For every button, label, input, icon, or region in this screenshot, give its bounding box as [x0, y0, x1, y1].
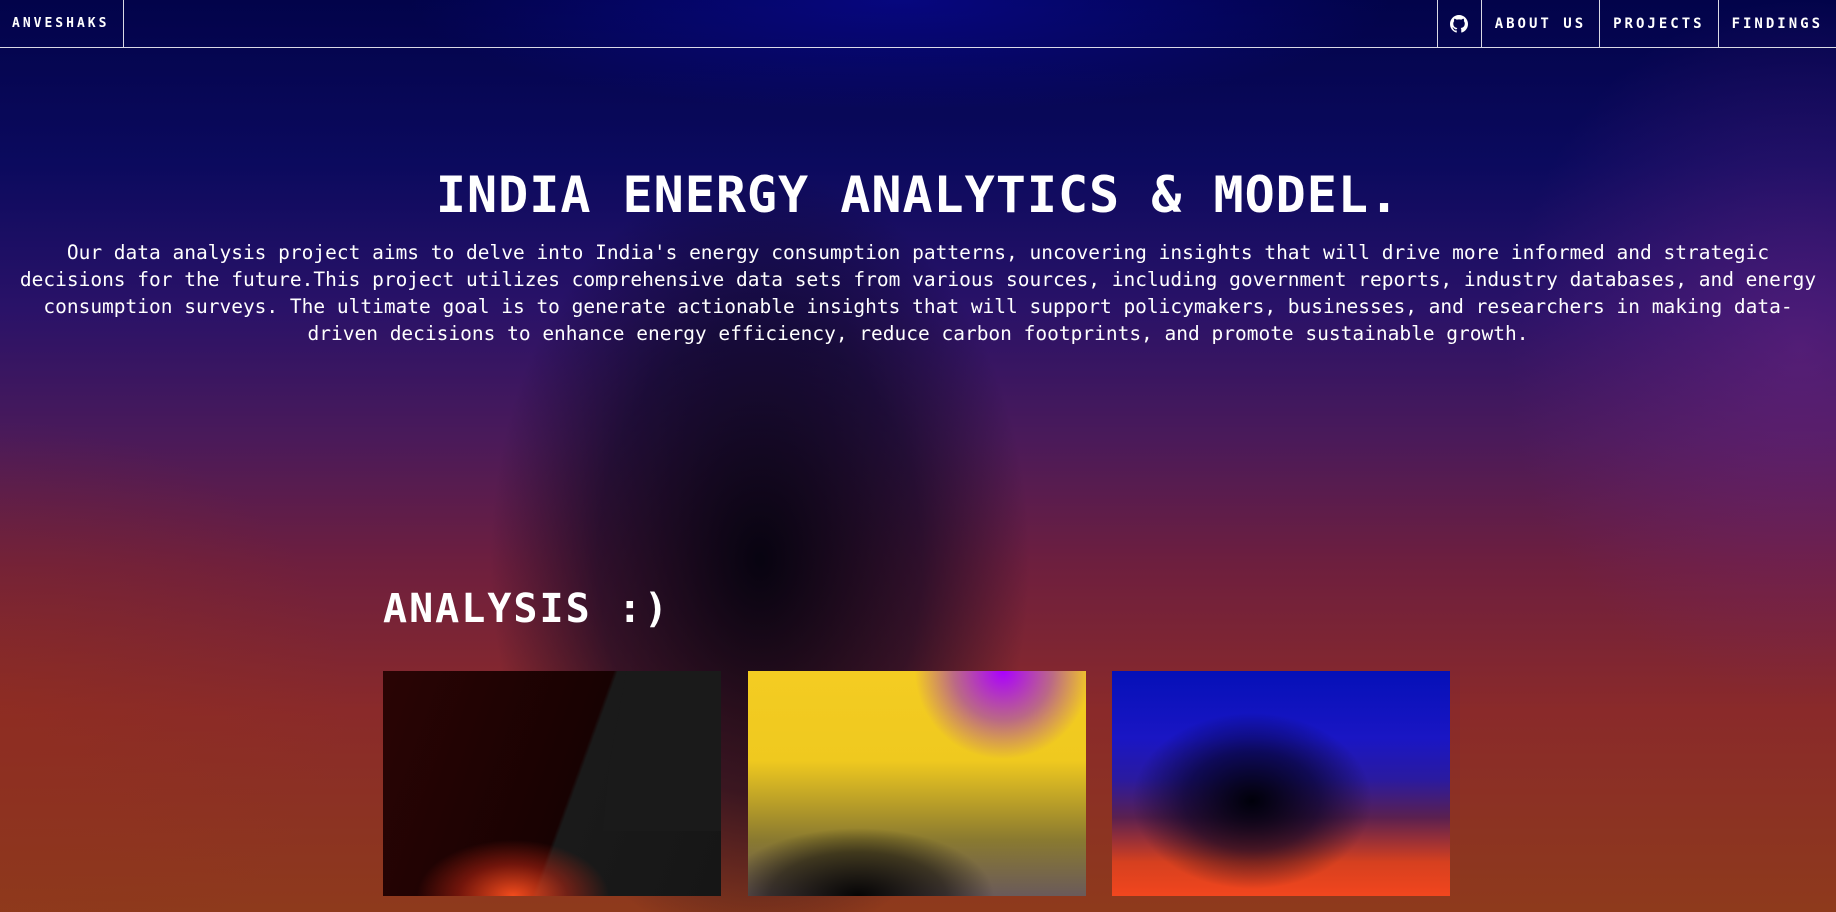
- analysis-section-title: ANALYSIS :): [383, 586, 670, 632]
- hero-title: INDIA ENERGY ANALYTICS & MODEL.: [435, 166, 1401, 224]
- github-icon: [1450, 14, 1469, 33]
- github-link[interactable]: [1436, 0, 1481, 47]
- top-nav: ANVESHAKS ABOUT US PROJECTS FINDINGS: [0, 0, 1836, 48]
- analysis-card-2[interactable]: [748, 671, 1086, 896]
- hero-description: Our data analysis project aims to delve …: [19, 241, 1817, 345]
- nav-link-findings[interactable]: FINDINGS: [1717, 0, 1836, 47]
- nav-link-about-us[interactable]: ABOUT US: [1480, 0, 1599, 47]
- analysis-card-3[interactable]: [1112, 671, 1450, 896]
- nav-link-projects[interactable]: PROJECTS: [1599, 0, 1717, 47]
- analysis-card-1[interactable]: [383, 671, 721, 896]
- brand-logo[interactable]: ANVESHAKS: [0, 0, 125, 47]
